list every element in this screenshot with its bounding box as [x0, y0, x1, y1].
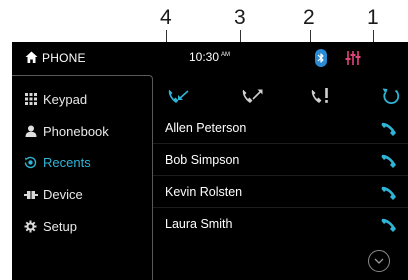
- call-icon[interactable]: [381, 215, 397, 233]
- row-divider: [153, 175, 408, 176]
- incoming-call-icon: [168, 90, 189, 103]
- clock-time: 10:30: [189, 50, 220, 64]
- row-divider: [153, 143, 408, 144]
- callout-4: 4: [160, 6, 172, 29]
- list-item-name[interactable]: Kevin Rolsten: [165, 185, 242, 199]
- callout-annotations: 4 3 2 1: [0, 0, 408, 78]
- sidebar-item-phonebook[interactable]: Phonebook: [24, 121, 109, 141]
- equalizer-icon[interactable]: [345, 50, 361, 71]
- clock: 10:30 AM: [189, 50, 230, 64]
- sidebar-item-device[interactable]: Device: [24, 184, 83, 204]
- gear-icon: [24, 219, 38, 233]
- sidebar-item-recents[interactable]: Recents: [24, 152, 91, 172]
- missed-call-icon: [311, 88, 328, 103]
- outgoing-call-icon: [242, 89, 263, 103]
- outgoing-calls-filter[interactable]: [239, 84, 267, 108]
- call-icon[interactable]: [381, 183, 397, 201]
- sidebar-item-keypad[interactable]: Keypad: [24, 89, 87, 109]
- row-divider: [153, 207, 408, 208]
- person-icon: [24, 124, 38, 138]
- app-title: PHONE: [42, 51, 86, 65]
- sidebar: Keypad Phonebook Recents Device Setup: [12, 75, 153, 280]
- keypad-icon: [24, 92, 38, 106]
- missed-calls-filter[interactable]: [308, 84, 336, 108]
- status-bar: PHONE 10:30 AM: [12, 42, 408, 75]
- sidebar-item-label: Recents: [43, 154, 91, 170]
- incoming-calls-filter[interactable]: [165, 84, 193, 108]
- refresh-icon: [382, 88, 400, 104]
- list-item-name[interactable]: Bob Simpson: [165, 153, 239, 167]
- sidebar-item-label: Setup: [43, 218, 77, 234]
- list-item-name[interactable]: Allen Peterson: [165, 121, 246, 135]
- recents-list: Allen Peterson Bob Simpson Kevin Rolsten…: [153, 75, 408, 280]
- callout-3: 3: [234, 6, 246, 29]
- list-item-name[interactable]: Laura Smith: [165, 217, 232, 231]
- recents-icon: [24, 155, 38, 169]
- sidebar-item-label: Device: [43, 186, 83, 202]
- sidebar-item-label: Phonebook: [43, 123, 109, 139]
- all-calls-filter[interactable]: [377, 84, 405, 108]
- sidebar-item-setup[interactable]: Setup: [24, 216, 77, 236]
- scroll-down-button[interactable]: [368, 250, 390, 272]
- call-icon[interactable]: [381, 151, 397, 169]
- home-icon[interactable]: [25, 51, 38, 64]
- chevron-down-icon: [374, 258, 384, 264]
- device-icon: [24, 187, 38, 201]
- phone-screen: PHONE 10:30 AM Keypad Phonebook Recents …: [12, 42, 408, 280]
- bluetooth-icon[interactable]: [315, 49, 327, 67]
- callout-1: 1: [367, 6, 379, 29]
- clock-ampm: AM: [221, 52, 231, 58]
- call-icon[interactable]: [381, 119, 397, 137]
- sidebar-item-label: Keypad: [43, 91, 88, 107]
- callout-2: 2: [303, 6, 315, 29]
